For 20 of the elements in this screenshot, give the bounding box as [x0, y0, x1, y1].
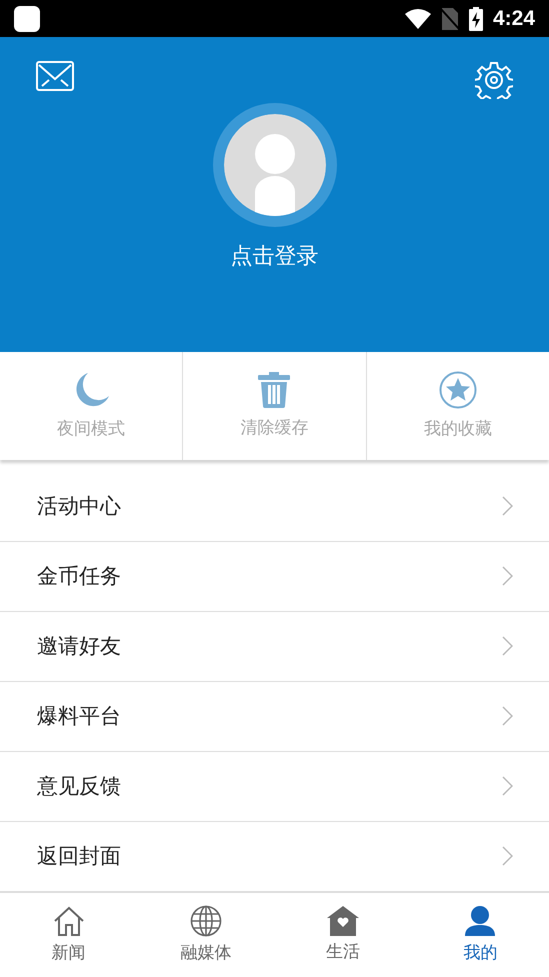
- app-notification-icon: [14, 6, 40, 32]
- wifi-icon: [404, 8, 431, 29]
- house-heart-icon: [327, 906, 360, 936]
- chevron-right-icon: [502, 636, 513, 656]
- login-link[interactable]: 点击登录: [230, 241, 318, 272]
- mail-icon[interactable]: [36, 61, 74, 92]
- settings-icon[interactable]: [475, 61, 513, 100]
- chevron-right-icon: [502, 846, 513, 866]
- trash-icon: [258, 372, 290, 408]
- no-sim-icon: [440, 8, 459, 30]
- person-icon: [464, 905, 496, 938]
- chevron-right-icon: [502, 776, 513, 796]
- avatar-placeholder-icon[interactable]: [224, 114, 326, 216]
- status-time: 4:24: [492, 6, 535, 31]
- chevron-right-icon: [502, 566, 513, 586]
- home-icon: [52, 905, 85, 938]
- battery-charging-icon: [468, 6, 483, 31]
- globe-icon: [190, 905, 222, 938]
- chevron-right-icon: [502, 496, 513, 516]
- chevron-right-icon: [502, 706, 513, 726]
